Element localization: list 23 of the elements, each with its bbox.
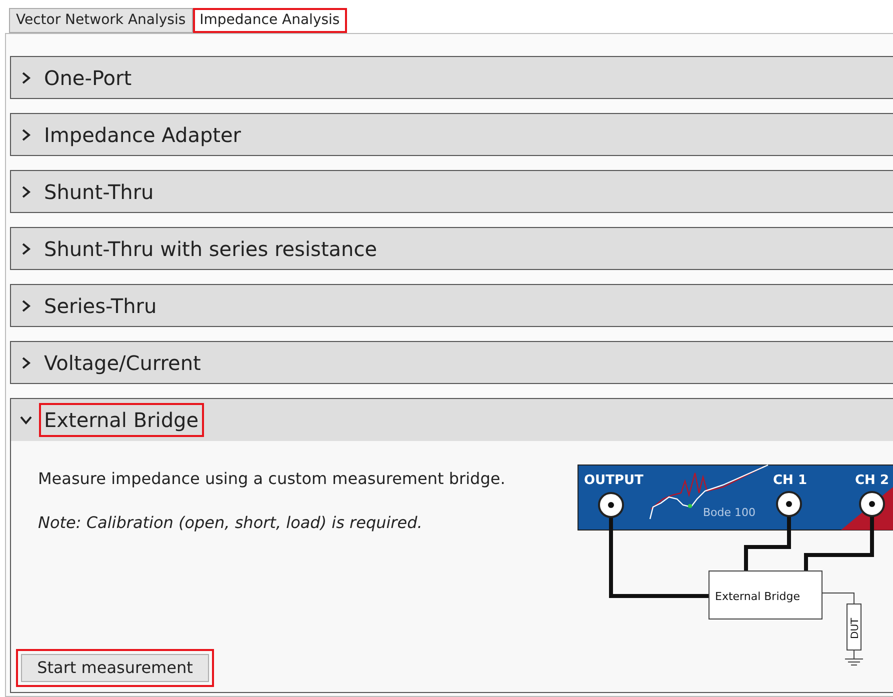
section-header[interactable]: Impedance Adapter bbox=[10, 113, 893, 156]
section-header[interactable]: Series-Thru bbox=[10, 284, 893, 327]
device-label: Bode 100 bbox=[703, 506, 756, 519]
resistor-symbol bbox=[846, 604, 862, 650]
bridge-label: External Bridge bbox=[715, 590, 800, 603]
description-text: Measure impedance using a custom measurement bridge. bbox=[38, 468, 506, 490]
ground-icon bbox=[844, 650, 864, 666]
cable-line bbox=[744, 516, 791, 571]
tab[interactable]: Impedance Analysis bbox=[192, 8, 347, 33]
note-text: Note: Calibration (open, short, load) is required. bbox=[38, 512, 424, 534]
port-label: OUTPUT bbox=[584, 473, 644, 488]
start-measurement-button[interactable]: Start measurement bbox=[21, 654, 209, 682]
port-label: CH 2 bbox=[855, 473, 889, 488]
tab[interactable]: Vector Network Analysis bbox=[9, 8, 193, 33]
section-header[interactable]: External Bridge bbox=[10, 398, 893, 441]
section-header[interactable]: Shunt-Thru bbox=[10, 170, 893, 213]
cable-line bbox=[804, 516, 874, 571]
section-header[interactable]: Voltage/Current bbox=[10, 341, 893, 384]
wire-line bbox=[822, 592, 854, 604]
dut-label: DUT bbox=[850, 618, 861, 639]
section-header[interactable]: One-Port bbox=[10, 56, 893, 99]
section-header[interactable]: Shunt-Thru with series resistance bbox=[10, 227, 893, 270]
port-label: CH 1 bbox=[773, 473, 807, 488]
